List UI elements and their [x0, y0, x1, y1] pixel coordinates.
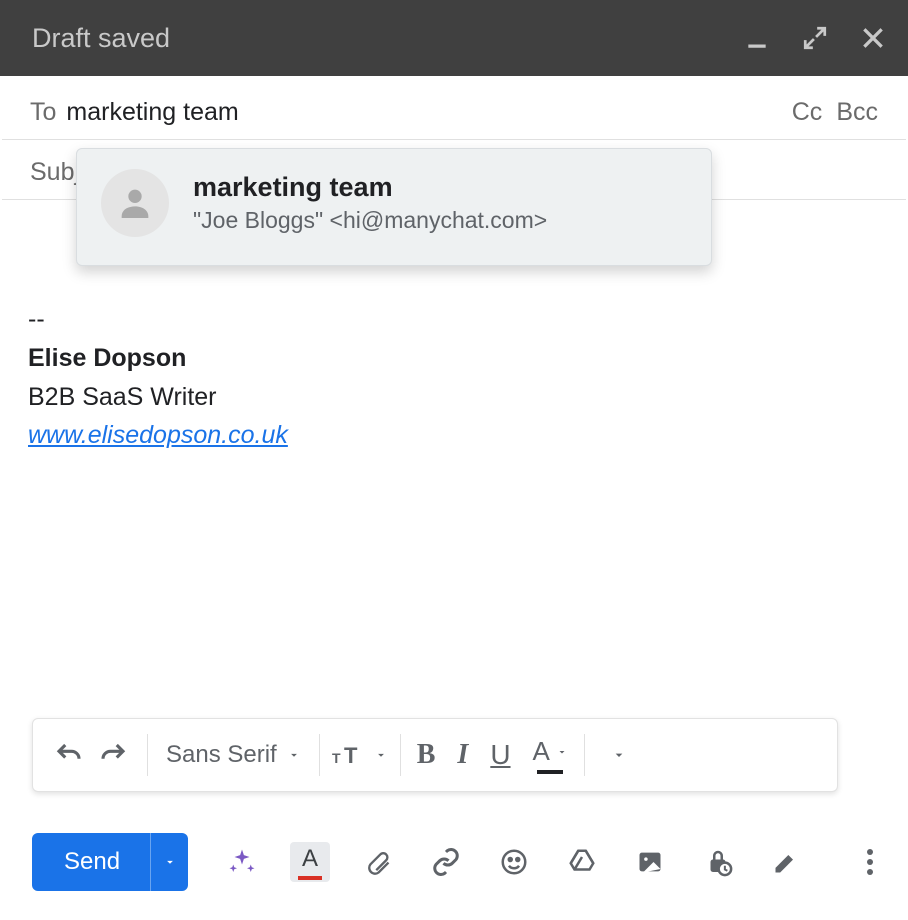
color-bar	[537, 770, 563, 774]
minimize-icon[interactable]	[744, 25, 770, 51]
recipients-row[interactable]: To marketing team Cc Bcc	[2, 76, 906, 140]
text-color-tool[interactable]: A	[290, 842, 330, 882]
recipient-suggestion[interactable]: marketing team "Joe Bloggs" <hi@manychat…	[76, 148, 712, 266]
window-title: Draft saved	[32, 23, 170, 54]
more-formatting-button[interactable]	[597, 733, 641, 777]
italic-button[interactable]: I	[457, 739, 468, 771]
attach-file-button[interactable]	[358, 842, 398, 882]
more-options-button[interactable]	[850, 842, 890, 882]
insert-drive-button[interactable]	[562, 842, 602, 882]
cc-button[interactable]: Cc	[792, 98, 823, 127]
svg-text:T: T	[344, 743, 358, 768]
action-icons: A	[222, 842, 806, 882]
window-titlebar: Draft saved	[0, 0, 908, 76]
bcc-button[interactable]: Bcc	[836, 98, 878, 127]
compose-action-bar: Send A	[32, 828, 890, 896]
chevron-down-icon	[374, 748, 388, 762]
sparkle-icon[interactable]	[222, 842, 262, 882]
expand-icon[interactable]	[802, 25, 828, 51]
separator	[400, 734, 401, 776]
text-letter: A	[302, 845, 318, 873]
suggestion-text: marketing team "Joe Bloggs" <hi@manychat…	[193, 172, 547, 234]
font-family-select[interactable]: Sans Serif	[160, 741, 307, 769]
send-button[interactable]: Send	[32, 833, 150, 891]
insert-photo-button[interactable]	[630, 842, 670, 882]
separator	[319, 734, 320, 776]
redo-button[interactable]	[91, 733, 135, 777]
bold-button[interactable]: B	[417, 739, 436, 771]
signature-title: B2B SaaS Writer	[28, 378, 880, 417]
underline-button[interactable]: U	[490, 739, 510, 771]
formatting-toolbar: Sans Serif T T B I U A	[32, 718, 838, 792]
separator	[584, 734, 585, 776]
insert-link-button[interactable]	[426, 842, 466, 882]
color-bar	[298, 876, 322, 880]
confidential-mode-button[interactable]	[698, 842, 738, 882]
window-controls	[744, 25, 886, 51]
send-group: Send	[32, 833, 188, 891]
signature-separator: --	[28, 300, 880, 339]
svg-text:T: T	[332, 750, 341, 766]
suggestion-detail: "Joe Bloggs" <hi@manychat.com>	[193, 207, 547, 234]
to-label: To	[30, 98, 56, 127]
signature-link[interactable]: www.elisedopson.co.uk	[28, 421, 288, 449]
insert-emoji-button[interactable]	[494, 842, 534, 882]
send-options-button[interactable]	[150, 833, 188, 891]
separator	[147, 734, 148, 776]
font-size-select[interactable]: T T	[332, 740, 388, 770]
chevron-down-icon	[287, 748, 301, 762]
chevron-down-icon	[163, 855, 177, 869]
font-family-label: Sans Serif	[166, 741, 277, 769]
text-color-letter: A	[533, 736, 550, 767]
chevron-down-icon	[556, 746, 568, 758]
text-size-icon: T T	[332, 740, 368, 770]
to-input[interactable]: marketing team	[66, 98, 238, 127]
suggestion-name: marketing team	[193, 172, 547, 203]
signature-name: Elise Dopson	[28, 339, 880, 378]
undo-button[interactable]	[47, 733, 91, 777]
close-icon[interactable]	[860, 25, 886, 51]
avatar	[101, 169, 169, 237]
text-color-button[interactable]: A	[533, 736, 568, 774]
insert-signature-button[interactable]	[766, 842, 806, 882]
